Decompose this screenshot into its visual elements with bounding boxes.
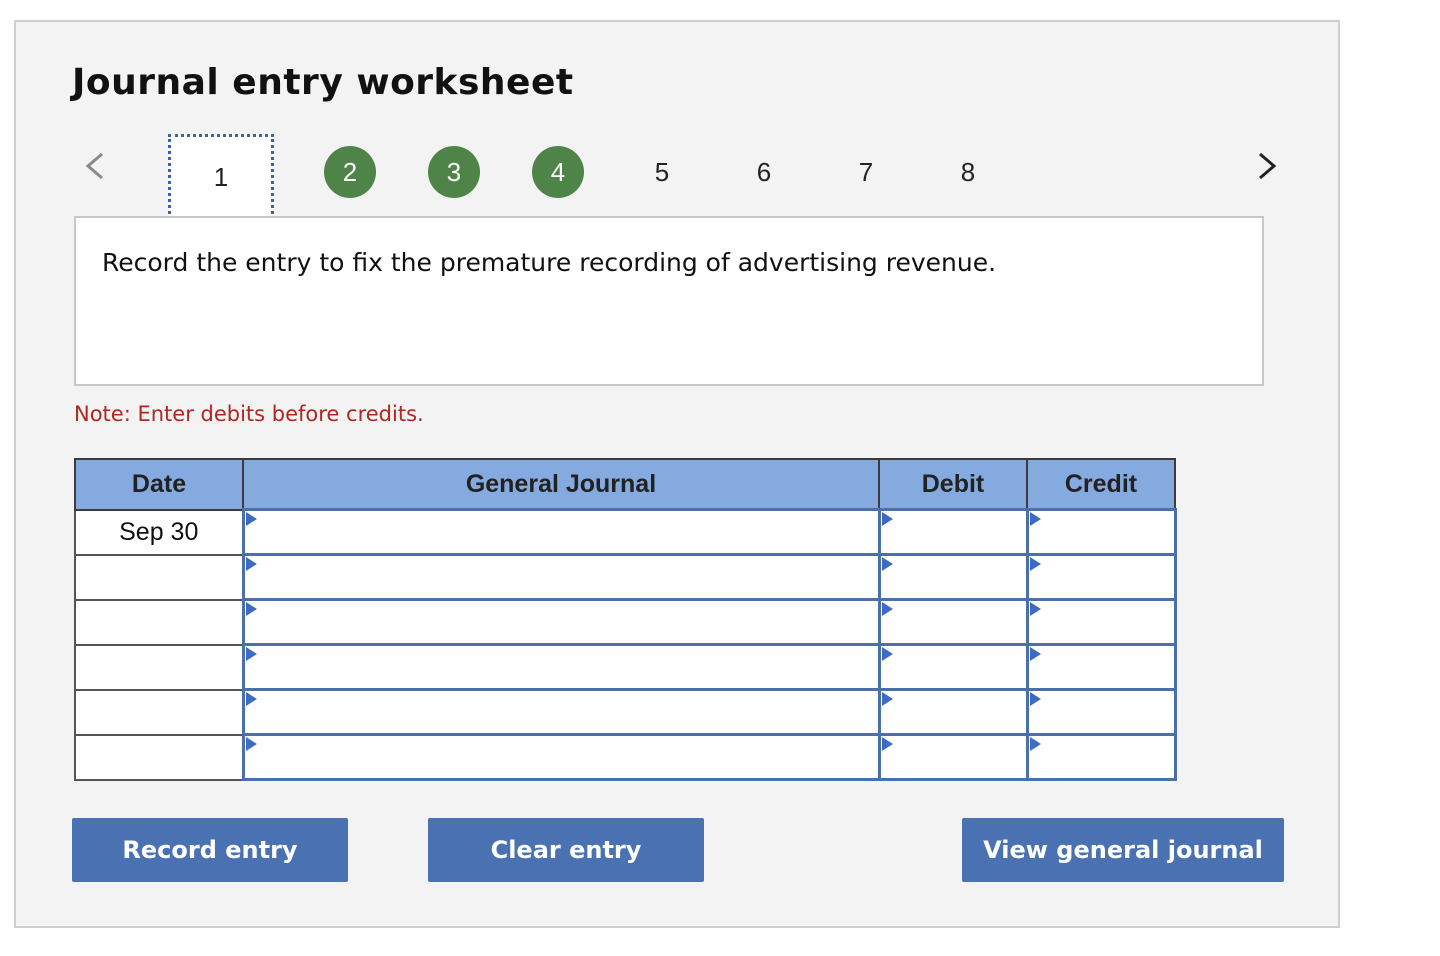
step-7[interactable]: 7: [840, 146, 892, 198]
dropdown-marker-icon: [245, 602, 257, 616]
dropdown-marker-icon: [1029, 512, 1041, 526]
debit-input[interactable]: [880, 556, 1026, 598]
account-input[interactable]: [244, 511, 878, 553]
debit-input[interactable]: [880, 646, 1026, 688]
dropdown-marker-icon: [881, 602, 893, 616]
credit-cell[interactable]: [1025, 688, 1177, 736]
table-row: [74, 553, 1177, 601]
dropdown-marker-icon: [245, 557, 257, 571]
credit-input[interactable]: [1028, 736, 1174, 778]
credit-cell[interactable]: [1025, 553, 1177, 601]
debit-cell[interactable]: [877, 643, 1029, 691]
header-general-journal: General Journal: [242, 458, 880, 511]
debit-cell[interactable]: [877, 598, 1029, 646]
credit-cell[interactable]: [1025, 733, 1177, 781]
table-header-row: Date General Journal Debit Credit: [74, 458, 1176, 511]
date-cell: Sep 30: [74, 508, 244, 556]
credit-cell[interactable]: [1025, 598, 1177, 646]
step-6[interactable]: 6: [738, 146, 790, 198]
journal-entry-table: Date General Journal Debit Credit Sep 30: [74, 458, 1177, 781]
worksheet-panel: Journal entry worksheet 1 2 3 4 5 6 7 8 …: [14, 20, 1340, 928]
debit-input[interactable]: [880, 511, 1026, 553]
account-dropdown[interactable]: [241, 733, 881, 781]
date-cell: [74, 643, 244, 691]
worksheet-title: Journal entry worksheet: [72, 62, 574, 103]
debit-cell[interactable]: [877, 733, 1029, 781]
table-row: [74, 643, 1177, 691]
credit-input[interactable]: [1028, 556, 1174, 598]
credit-input[interactable]: [1028, 511, 1174, 553]
instruction-text: Record the entry to fix the premature re…: [102, 248, 997, 277]
dropdown-marker-icon: [245, 737, 257, 751]
account-dropdown[interactable]: [241, 643, 881, 691]
dropdown-marker-icon: [1029, 602, 1041, 616]
account-dropdown[interactable]: [241, 598, 881, 646]
step-8[interactable]: 8: [942, 146, 994, 198]
credit-cell[interactable]: [1025, 508, 1177, 556]
header-date: Date: [74, 458, 244, 511]
header-credit: Credit: [1026, 458, 1176, 511]
dropdown-marker-icon: [245, 692, 257, 706]
debit-cell[interactable]: [877, 508, 1029, 556]
debit-cell[interactable]: [877, 688, 1029, 736]
table-row: [74, 688, 1177, 736]
table-row: [74, 733, 1177, 781]
chevron-left-icon: [85, 152, 103, 180]
account-dropdown[interactable]: [241, 688, 881, 736]
step-1[interactable]: 1: [168, 134, 274, 220]
dropdown-marker-icon: [245, 512, 257, 526]
dropdown-marker-icon: [881, 737, 893, 751]
step-4[interactable]: 4: [532, 146, 584, 198]
dropdown-marker-icon: [1029, 737, 1041, 751]
table-row: [74, 598, 1177, 646]
account-input[interactable]: [244, 556, 878, 598]
account-dropdown[interactable]: [241, 508, 881, 556]
debit-input[interactable]: [880, 736, 1026, 778]
debit-cell[interactable]: [877, 553, 1029, 601]
header-debit: Debit: [878, 458, 1028, 511]
date-cell: [74, 733, 244, 781]
account-input[interactable]: [244, 691, 878, 733]
step-5[interactable]: 5: [636, 146, 688, 198]
credit-cell[interactable]: [1025, 643, 1177, 691]
chevron-right-icon: [1259, 152, 1277, 180]
credit-input[interactable]: [1028, 691, 1174, 733]
account-input[interactable]: [244, 736, 878, 778]
clear-entry-button[interactable]: Clear entry: [428, 818, 704, 882]
next-step-button[interactable]: [1246, 146, 1286, 186]
dropdown-marker-icon: [1029, 692, 1041, 706]
dropdown-marker-icon: [881, 692, 893, 706]
record-entry-button[interactable]: Record entry: [72, 818, 348, 882]
date-cell: [74, 688, 244, 736]
dropdown-marker-icon: [1029, 647, 1041, 661]
previous-step-button[interactable]: [76, 146, 116, 186]
debit-input[interactable]: [880, 601, 1026, 643]
debit-input[interactable]: [880, 691, 1026, 733]
credit-input[interactable]: [1028, 646, 1174, 688]
dropdown-marker-icon: [1029, 557, 1041, 571]
account-input[interactable]: [244, 601, 878, 643]
dropdown-marker-icon: [881, 512, 893, 526]
dropdown-marker-icon: [881, 557, 893, 571]
account-input[interactable]: [244, 646, 878, 688]
dropdown-marker-icon: [881, 647, 893, 661]
step-3[interactable]: 3: [428, 146, 480, 198]
entry-note: Note: Enter debits before credits.: [74, 402, 424, 426]
credit-input[interactable]: [1028, 601, 1174, 643]
instruction-box: Record the entry to fix the premature re…: [74, 216, 1264, 386]
account-dropdown[interactable]: [241, 553, 881, 601]
date-cell: [74, 598, 244, 646]
view-general-journal-button[interactable]: View general journal: [962, 818, 1284, 882]
date-cell: [74, 553, 244, 601]
step-2[interactable]: 2: [324, 146, 376, 198]
table-row: Sep 30: [74, 508, 1177, 556]
dropdown-marker-icon: [245, 647, 257, 661]
